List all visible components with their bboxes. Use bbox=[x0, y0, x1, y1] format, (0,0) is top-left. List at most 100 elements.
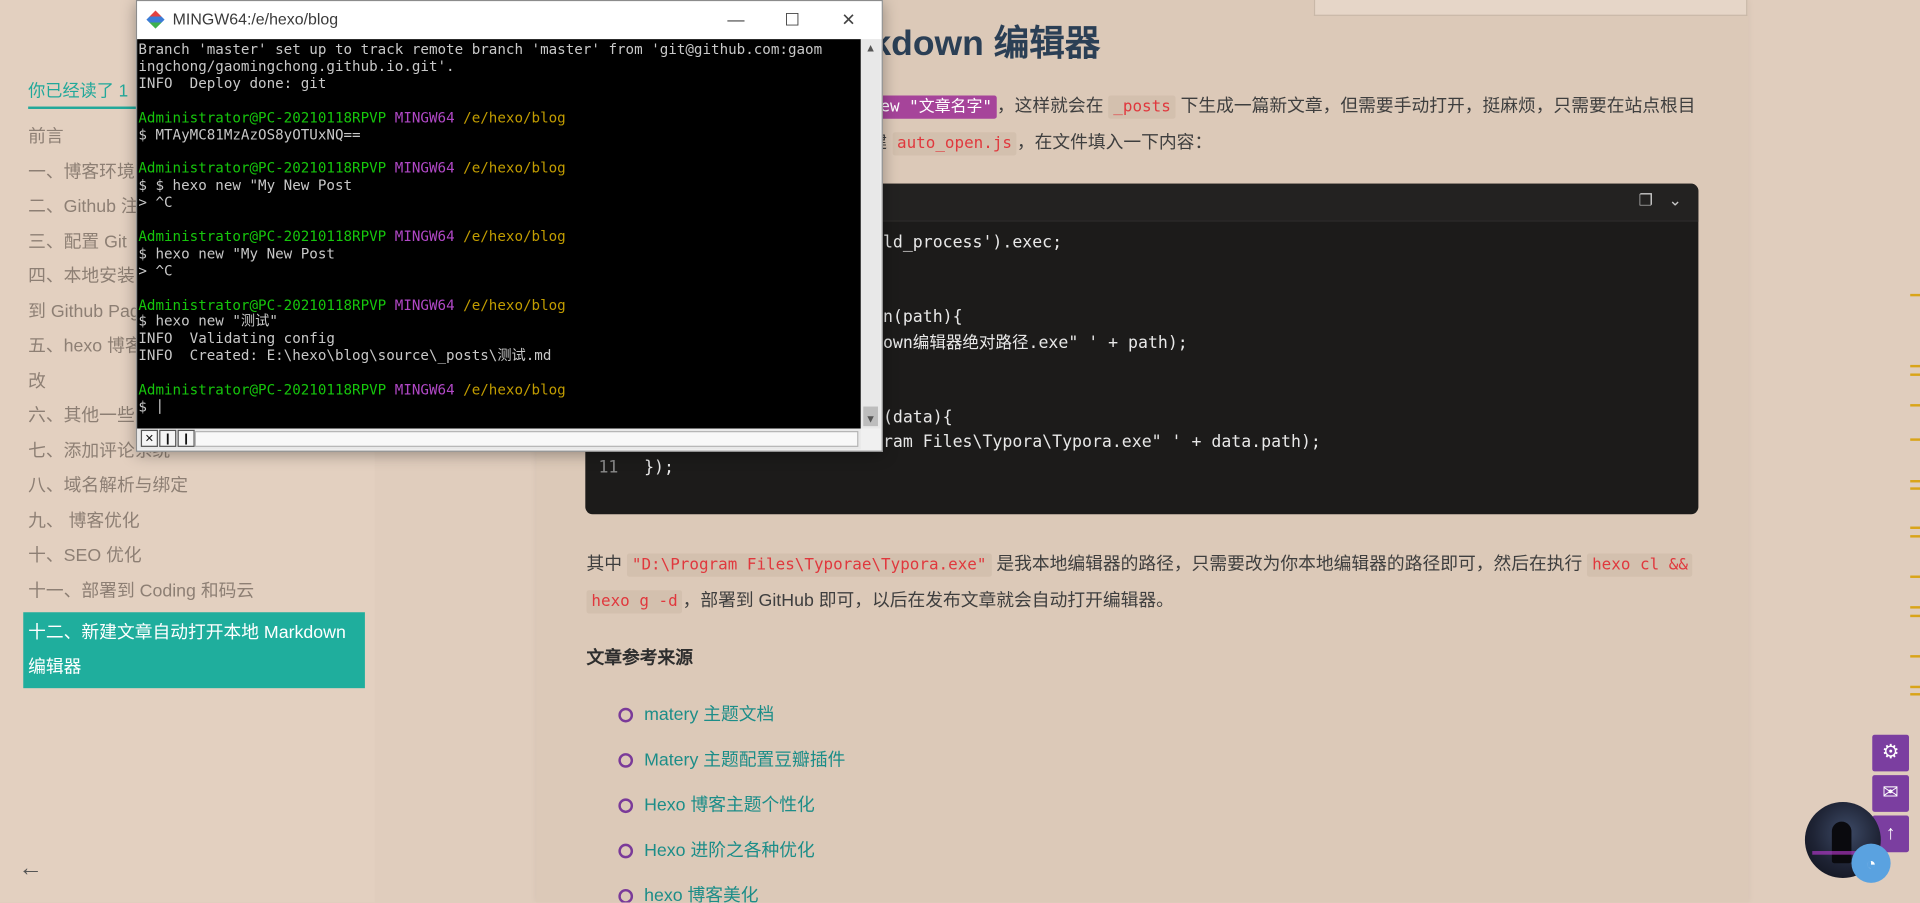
inline-code-auto-open: auto_open.js bbox=[892, 132, 1017, 156]
close-small-icon[interactable]: ✕ bbox=[140, 429, 158, 447]
pipe-icon[interactable]: ❙ bbox=[159, 429, 177, 447]
scroll-marker bbox=[1910, 614, 1920, 618]
close-button[interactable]: ✕ bbox=[820, 1, 876, 39]
scroll-marker bbox=[1910, 404, 1920, 407]
terminal-text: /e/hexo/blog bbox=[463, 108, 566, 126]
terminal-text: Administrator@PC-20210118RPVP bbox=[138, 380, 395, 398]
terminal-line: INFO Created: E:\hexo\blog\source\_posts… bbox=[138, 347, 551, 364]
scroll-marker bbox=[1910, 575, 1920, 578]
ref-link[interactable]: Hexo 博客主题个性化 bbox=[612, 786, 845, 831]
terminal-line: Administrator@PC-20210118RPVP MINGW64 /e… bbox=[138, 381, 565, 398]
scroll-marker bbox=[1910, 364, 1920, 368]
scroll-down-arrow-icon[interactable]: ▼ bbox=[861, 410, 881, 428]
toc-item[interactable]: 九、 博客优化 bbox=[0, 505, 375, 540]
terminal-text: INFO Validating config bbox=[138, 329, 335, 347]
horizontal-scroll-thumb[interactable] bbox=[194, 431, 859, 447]
terminal-line: $ hexo new "My New Post bbox=[138, 245, 335, 262]
scroll-marker bbox=[1910, 438, 1920, 441]
terminal-line: INFO Validating config bbox=[138, 330, 335, 347]
terminal-line: Branch 'master' set up to track remote b… bbox=[138, 40, 822, 57]
terminal-line: $ bbox=[138, 397, 161, 415]
terminal-line: Administrator@PC-20210118RPVP MINGW64 /e… bbox=[138, 160, 565, 177]
refs-list: matery 主题文档 Matery 主题配置豆瓣插件 Hexo 博客主题个性化 He… bbox=[612, 696, 845, 903]
toc-item[interactable]: 八、域名解析与绑定 bbox=[0, 470, 375, 505]
chevron-down-icon[interactable]: ⌄ bbox=[1665, 191, 1685, 211]
terminal-text: Branch 'master' set up to track remote b… bbox=[138, 40, 823, 58]
ref-link-label: Matery 主题配置豆瓣插件 bbox=[644, 750, 846, 771]
terminal-text: > ^C bbox=[138, 193, 173, 211]
code-line-number: 11 bbox=[598, 457, 619, 478]
terminal-line: ingchong/gaomingchong.github.io.git'. bbox=[138, 57, 454, 74]
ref-link[interactable]: Hexo 进阶之各种优化 bbox=[612, 831, 845, 876]
terminal-screen[interactable]: Branch 'master' set up to track remote b… bbox=[137, 39, 861, 429]
scroll-marker bbox=[1910, 373, 1920, 376]
paragraph-1: ew "文章名字" ，这样就会在 _posts 下生成一篇新文章，但需要手动打开，… bbox=[875, 88, 1696, 126]
terminal-text: $ MTAyMC81MzAzOS8yOTUxNQ== bbox=[138, 125, 361, 143]
terminal-text: ingchong/gaomingchong.github.io.git'. bbox=[138, 57, 455, 75]
inline-code-typora-path: "D:\Program Files\Typorae\Typora.exe" bbox=[626, 553, 992, 577]
scroll-marker bbox=[1910, 685, 1920, 689]
code-line-text: }); bbox=[644, 457, 674, 478]
scroll-marker bbox=[1910, 535, 1920, 538]
terminal-line: $ hexo new "测试" bbox=[138, 313, 278, 330]
back-arrow-icon[interactable]: ← bbox=[17, 855, 44, 882]
ref-link[interactable]: hexo 博客美化 bbox=[612, 877, 845, 903]
scroll-marker bbox=[1910, 655, 1920, 658]
ref-link[interactable]: Matery 主题配置豆瓣插件 bbox=[612, 741, 845, 786]
paragraph-2-text-b: ，在文件填入一下内容： bbox=[1016, 133, 1213, 154]
pipe-icon-2[interactable]: ❙ bbox=[177, 429, 195, 447]
terminal-text: $ hexo new "测试" bbox=[138, 312, 278, 330]
ref-link-label: hexo 博客美化 bbox=[644, 886, 759, 903]
ref-link-label: Hexo 进阶之各种优化 bbox=[644, 841, 815, 861]
terminal-vertical-scrollbar[interactable]: ▲ ▼ bbox=[860, 39, 881, 429]
terminal-line: INFO Deploy done: git bbox=[138, 74, 326, 91]
minimize-button[interactable]: — bbox=[708, 1, 764, 39]
terminal-text: MINGW64 bbox=[394, 295, 464, 313]
top-search-strip bbox=[1313, 0, 1748, 16]
terminal-text: > ^C bbox=[138, 261, 173, 279]
maximize-button[interactable]: ☐ bbox=[764, 1, 820, 39]
bullet-circle-icon bbox=[618, 798, 634, 814]
bullet-circle-icon bbox=[618, 707, 634, 723]
git-bash-app-icon bbox=[146, 10, 165, 29]
inline-code-posts: _posts bbox=[1108, 95, 1176, 119]
terminal-line: Administrator@PC-20210118RPVP MINGW64 /e… bbox=[138, 228, 565, 245]
inline-code-new-post: ew "文章名字" bbox=[875, 95, 997, 119]
paragraph-2: 建 auto_open.js，在文件填入一下内容： bbox=[869, 125, 1212, 163]
copy-icon[interactable]: ❐ bbox=[1636, 191, 1656, 211]
terminal-text: $ $ hexo new "My New Post bbox=[138, 176, 353, 194]
paragraph-4: hexo g -d ，部署到 GitHub 即可，以后在发布文章就会自动打开编辑器… bbox=[586, 583, 1174, 621]
chat-bubble-icon[interactable]: ◔ bbox=[1851, 843, 1891, 883]
scroll-marker bbox=[1910, 293, 1920, 297]
terminal-text: INFO Created: E:\hexo\blog\source\_posts… bbox=[138, 346, 552, 364]
settings-gear-icon[interactable]: ⚙ bbox=[1872, 734, 1909, 772]
paragraph-4-text: ，部署到 GitHub 即可，以后在发布文章就会自动打开编辑器。 bbox=[682, 591, 1174, 612]
terminal-text: MINGW64 bbox=[394, 227, 464, 245]
toc-item[interactable]: 十一、部署到 Coding 和码云 bbox=[0, 575, 375, 610]
comment-icon[interactable]: ✉ bbox=[1872, 775, 1909, 812]
terminal-line: > ^C bbox=[138, 262, 172, 279]
toc-active-line-1: 十二、新建文章自动打开本地 Markdown bbox=[28, 623, 346, 643]
toc-item[interactable]: 十、SEO 优化 bbox=[0, 540, 375, 575]
terminal-text: Administrator@PC-20210118RPVP bbox=[138, 295, 395, 313]
scroll-marker bbox=[1910, 606, 1920, 609]
ref-link-label: matery 主题文档 bbox=[644, 705, 775, 725]
read-progress-text: 你已经读了 1 bbox=[28, 80, 129, 101]
refs-heading: 文章参考来源 bbox=[586, 648, 694, 669]
terminal-line: > ^C bbox=[138, 194, 172, 211]
terminal-text: Administrator@PC-20210118RPVP bbox=[138, 227, 395, 245]
bullet-circle-icon bbox=[618, 753, 634, 768]
inline-code-hexo-g-d: hexo g -d bbox=[586, 590, 683, 614]
paragraph-3: 其中 "D:\Program Files\Typorae\Typora.exe"… bbox=[587, 546, 1693, 584]
terminal-text: MINGW64 bbox=[394, 108, 464, 126]
ref-link[interactable]: matery 主题文档 bbox=[612, 696, 845, 741]
terminal-text: /e/hexo/blog bbox=[463, 380, 566, 398]
text-cursor bbox=[159, 399, 161, 415]
terminal-text: Administrator@PC-20210118RPVP bbox=[138, 108, 395, 126]
toc-item-active[interactable]: 十二、新建文章自动打开本地 Markdown 编辑器 bbox=[23, 612, 365, 689]
terminal-line: $ MTAyMC81MzAzOS8yOTUxNQ== bbox=[138, 126, 360, 143]
terminal-horizontal-bar: ✕ ❙ ❙ bbox=[137, 428, 861, 450]
terminal-titlebar[interactable]: MINGW64:/e/hexo/blog — ☐ ✕ bbox=[137, 1, 882, 40]
terminal-text: $ bbox=[138, 397, 156, 415]
scroll-up-arrow-icon[interactable]: ▲ bbox=[861, 39, 881, 57]
